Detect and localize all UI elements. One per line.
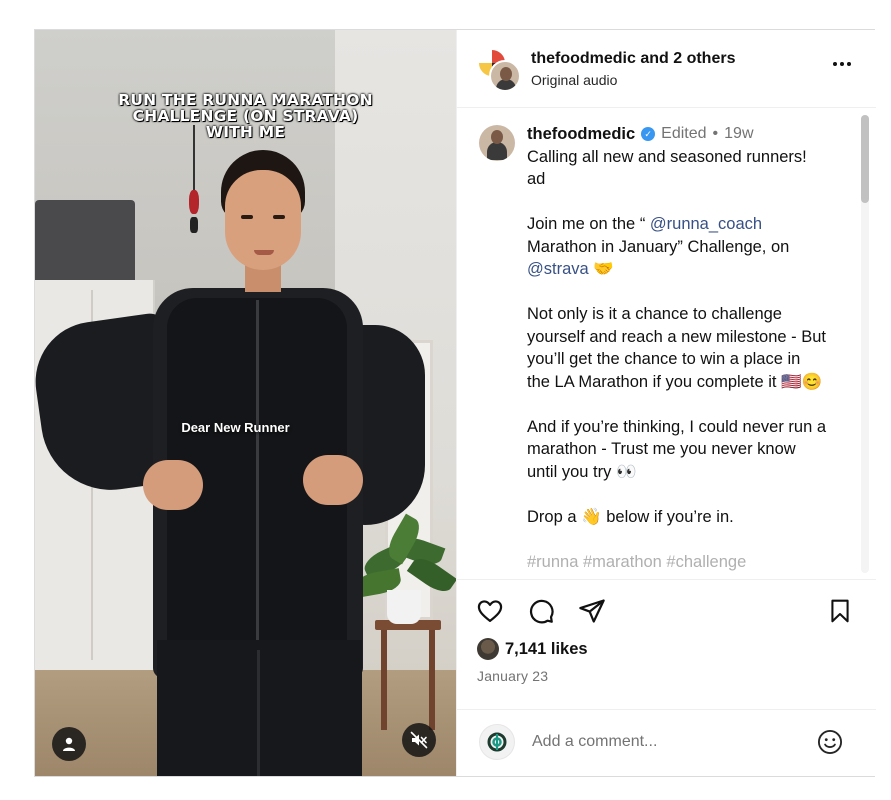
caption-paragraph-4: And if you’re thinking, I could never ru… [527, 417, 827, 481]
mention-strava[interactable]: @strava [527, 260, 589, 278]
caption-avatar[interactable] [479, 125, 515, 161]
like-button[interactable] [475, 596, 505, 626]
other-authors-link[interactable]: and 2 others [640, 50, 735, 67]
add-comment-bar [457, 709, 876, 776]
comment-button[interactable] [526, 596, 556, 626]
caption-text: Calling all new and seasoned runners! ad… [527, 146, 827, 574]
caption-paragraph-3: Not only is it a chance to challenge you… [527, 305, 826, 391]
video-overlay-title: RUN THE RUNNA MARATHON CHALLENGE (ON STR… [118, 91, 373, 141]
runner-person [35, 30, 456, 776]
paper-plane-icon [579, 599, 605, 623]
share-button[interactable] [577, 596, 607, 626]
reel-video[interactable]: RUN THE RUNNA MARATHON CHALLENGE (ON STR… [35, 30, 456, 776]
audio-link[interactable]: Original audio [531, 72, 617, 88]
caption-username[interactable]: thefoodmedic [527, 123, 635, 146]
current-user-avatar [479, 724, 515, 760]
collab-avatars[interactable] [477, 48, 521, 92]
caption-paragraph-2: Join me on the “ @runna_coach Marathon i… [527, 215, 790, 278]
smiley-icon [817, 729, 843, 755]
post-details-panel: thefoodmedic and 2 others Original audio… [456, 30, 876, 776]
post-authors[interactable]: thefoodmedic and 2 others [531, 50, 735, 68]
verified-badge-icon: ✓ [641, 127, 656, 142]
collab-avatar-2 [489, 60, 521, 92]
post-date[interactable]: January 23 [477, 668, 548, 684]
post-frame: RUN THE RUNNA MARATHON CHALLENGE (ON STR… [34, 29, 876, 777]
mention-runna-coach[interactable]: @runna_coach [650, 215, 762, 233]
comment-icon [530, 599, 554, 624]
likes-row[interactable]: 7,141 likes [477, 638, 588, 660]
caption-edited: Edited [661, 125, 707, 142]
video-overlay-subtitle: Dear New Runner [181, 420, 290, 435]
comment-input[interactable] [532, 730, 802, 754]
post-header: thefoodmedic and 2 others Original audio [457, 30, 876, 108]
caption-age[interactable]: 19w [724, 123, 753, 146]
likes-count[interactable]: 7,141 likes [505, 640, 588, 659]
save-button[interactable] [825, 596, 855, 626]
caption-paragraph-5: Drop a 👋 below if you’re in. [527, 507, 734, 526]
more-options-button[interactable] [829, 52, 855, 76]
bookmark-icon [831, 599, 849, 623]
author-username[interactable]: thefoodmedic [531, 50, 636, 67]
tagged-user-button[interactable] [52, 727, 86, 761]
more-icon [833, 62, 851, 66]
caption-body: thefoodmedic ✓ Edited • 19w Calling all … [527, 123, 827, 579]
liker-avatar [477, 638, 499, 660]
emoji-picker-button[interactable] [815, 727, 845, 757]
mute-toggle-button[interactable] [402, 723, 436, 757]
user-icon [63, 737, 75, 751]
heart-icon [477, 600, 503, 623]
caption-hashtags-cut: #runna #marathon #challenge [527, 552, 747, 571]
scrollbar-thumb[interactable] [861, 115, 869, 203]
caption-area[interactable]: thefoodmedic ✓ Edited • 19w Calling all … [457, 109, 876, 579]
post-actions: 7,141 likes January 23 [457, 579, 876, 709]
caption-line-1: Calling all new and seasoned runners! ad [527, 147, 807, 189]
caption-scrollbar[interactable] [861, 115, 869, 573]
threads-logo-icon [487, 732, 507, 752]
caption-dot: • [712, 125, 719, 142]
muted-speaker-icon [410, 731, 428, 749]
